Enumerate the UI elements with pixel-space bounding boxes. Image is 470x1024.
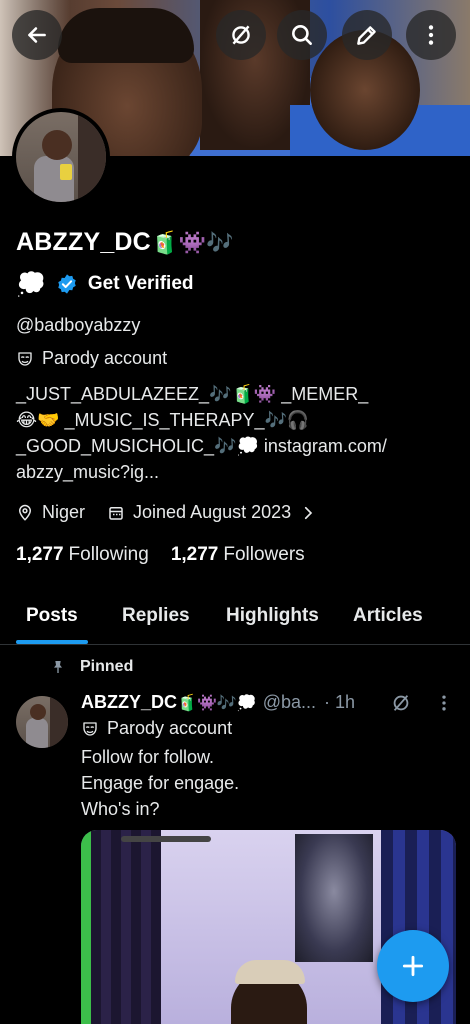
profile-handle: @badboyabzzy [16, 315, 141, 335]
calendar-icon [109, 506, 123, 520]
parody-label: Parody account [16, 348, 167, 369]
post-text: Follow for follow. Engage for engage. Wh… [81, 744, 239, 822]
location-text: Niger [42, 502, 86, 522]
followers-link[interactable]: 1,277 Followers [171, 544, 305, 566]
plus-icon [402, 955, 424, 977]
location-icon [18, 504, 32, 521]
following-link[interactable]: 1,277 Following [16, 544, 149, 566]
avatar-door [78, 112, 106, 202]
pin-icon [54, 661, 62, 673]
post-time: · 1h [324, 692, 356, 712]
followers-count: 1,277 [170, 544, 219, 565]
mask-icon [18, 351, 32, 366]
tab-posts[interactable]: Posts [26, 605, 78, 627]
followers-label: Followers [223, 544, 305, 565]
verify-row: 💭 Get Verified [16, 270, 194, 298]
get-verified-link[interactable]: Get Verified [88, 273, 194, 295]
chevron-right-icon[interactable] [299, 504, 317, 522]
bio-line-1: _JUST_ABDULAZEEZ_🎶🧃👾 _MEMER_ [16, 384, 369, 404]
profile-bio: _JUST_ABDULAZEEZ_🎶🧃👾 _MEMER_ 😂🤝 _MUSIC_I… [16, 381, 456, 485]
more-options-button[interactable] [406, 10, 456, 60]
wall-poster [295, 834, 373, 962]
back-arrow-icon [28, 27, 46, 43]
pinned-indicator: Pinned [50, 658, 133, 676]
edit-button[interactable] [342, 10, 392, 60]
post-line-1: Follow for follow. [81, 747, 215, 767]
display-name-emojis: 🧃👾🎶 [150, 231, 234, 256]
status-emoji: 💭 [16, 270, 46, 298]
bio-line-4[interactable]: abzzy_music?ig... [16, 459, 456, 485]
profile-tabs: Posts Replies Highlights Articles [0, 590, 470, 645]
bio-line-2: 😂🤝 _MUSIC_IS_THERAPY_🎶🎧 [16, 410, 310, 430]
post-author-emojis: 🧃👾🎶💭 [177, 693, 257, 712]
profile-meta: Niger Joined August 2023 [16, 502, 317, 523]
profile-avatar[interactable] [12, 108, 110, 206]
verified-badge-icon [58, 274, 76, 294]
edit-icon [357, 26, 376, 45]
compose-button[interactable] [377, 930, 449, 1002]
following-count: 1,277 [16, 544, 64, 565]
post-more-icon[interactable] [434, 692, 454, 714]
search-button[interactable] [277, 10, 327, 60]
post-line-3: Who's in? [81, 799, 160, 819]
tab-articles[interactable]: Articles [353, 605, 423, 627]
bio-line-3[interactable]: _GOOD_MUSICHOLIC_🎶💭 instagram.com/ [16, 433, 456, 459]
banner-hair [58, 8, 194, 63]
no-sign-icon [232, 25, 250, 45]
no-sign-icon[interactable] [390, 692, 412, 714]
pinned-label: Pinned [80, 658, 134, 675]
follow-stats: 1,277 Following 1,277 Followers [16, 544, 305, 566]
post-author-name[interactable]: ABZZY_DC [81, 692, 177, 713]
back-button[interactable] [12, 10, 62, 60]
parody-text: Parody account [42, 348, 168, 368]
more-vertical-icon [428, 25, 434, 45]
mask-icon [83, 721, 97, 736]
tab-highlights[interactable]: Highlights [226, 605, 319, 627]
search-icon [292, 25, 312, 45]
display-name-text: ABZZY_DC [16, 228, 151, 256]
post-author-avatar[interactable] [16, 696, 68, 748]
post-parody-text: Parody account [107, 718, 233, 738]
following-label: Following [68, 544, 149, 565]
avatar-cup [60, 164, 72, 180]
hide-button[interactable] [216, 10, 266, 60]
post-line-2: Engage for engage. [81, 773, 240, 793]
tab-replies[interactable]: Replies [122, 605, 190, 627]
display-name: ABZZY_DC🧃👾🎶 [16, 228, 234, 257]
avatar-head [42, 130, 72, 160]
post-parody-label: Parody account [81, 718, 232, 739]
joined-text: Joined August 2023 [133, 502, 292, 522]
active-tab-indicator [16, 640, 88, 644]
post-author-handle[interactable]: @ba... [263, 692, 316, 713]
